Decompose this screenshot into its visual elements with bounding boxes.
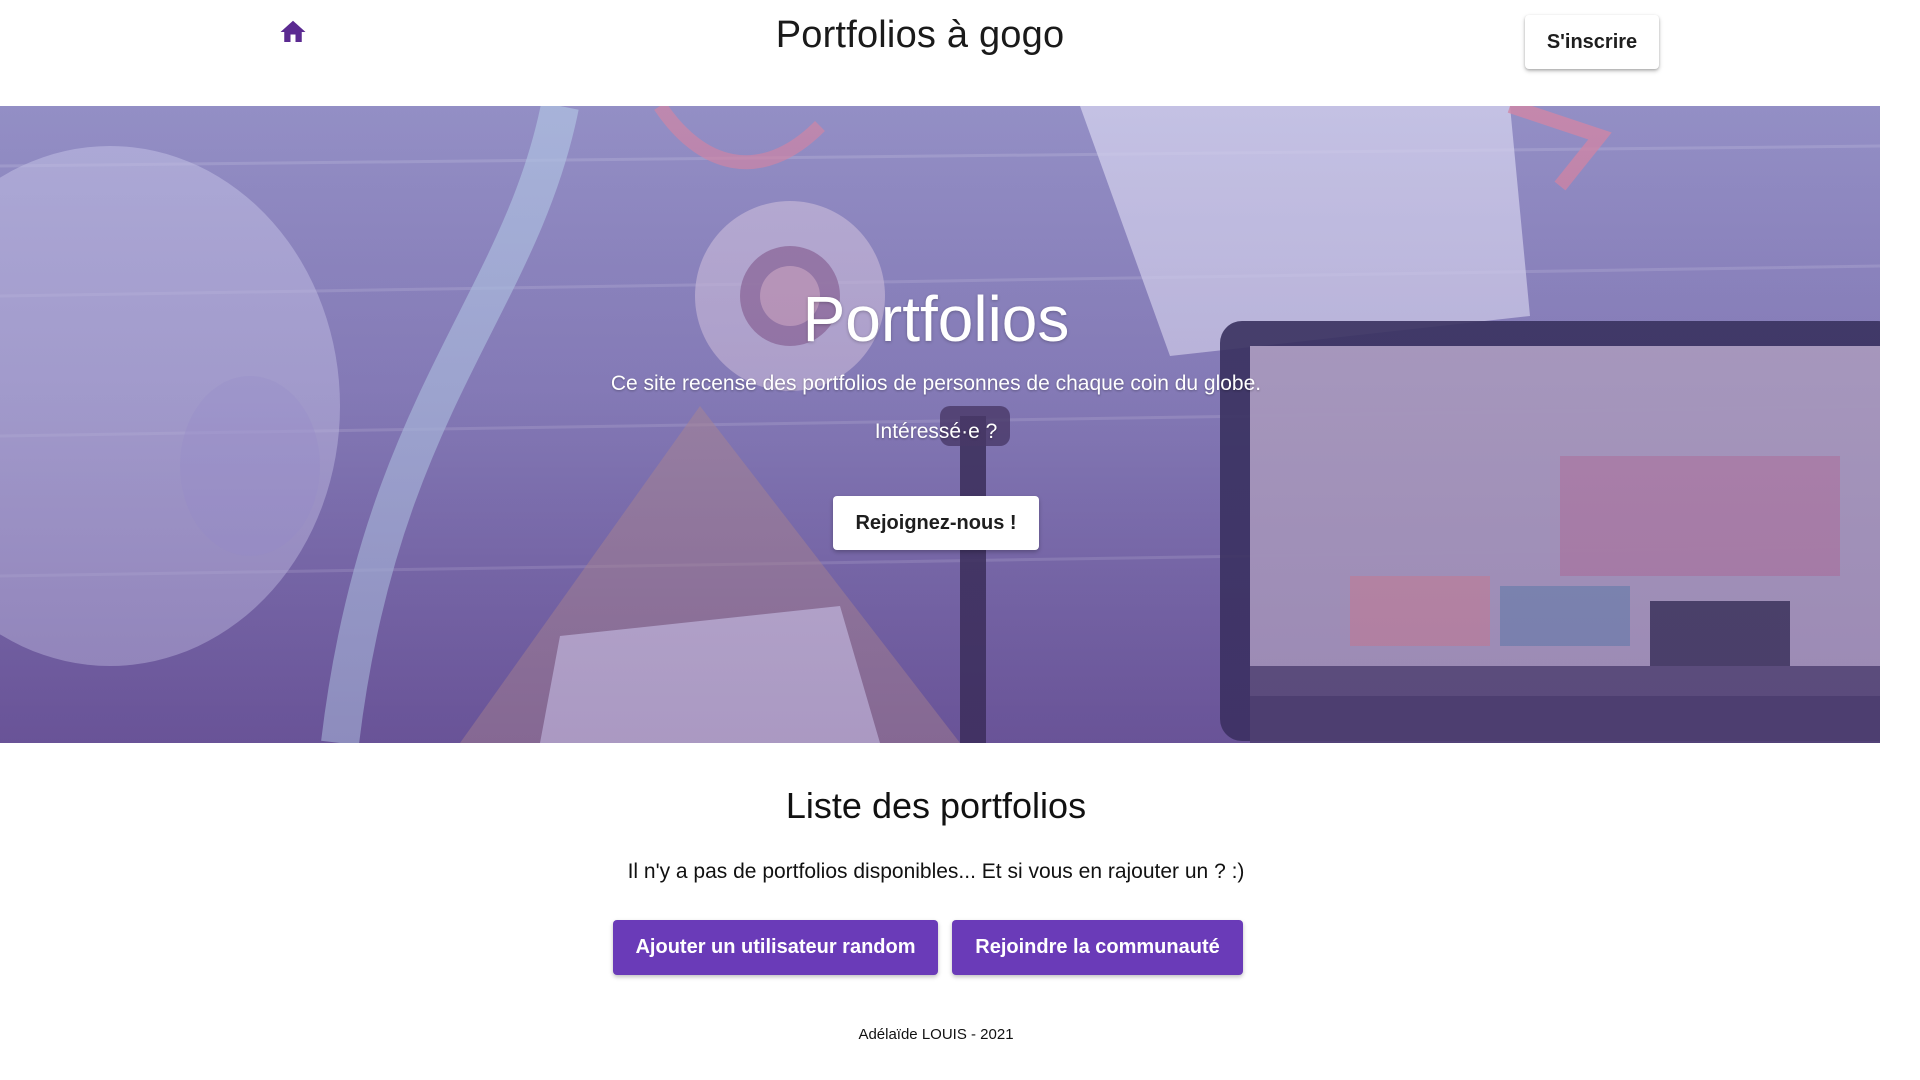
join-community-button[interactable]: Rejoindre la communauté (952, 920, 1243, 975)
portfolio-list-title: Liste des portfolios (785, 785, 1087, 826)
hero-title: Portfolios (802, 283, 1070, 355)
hero-question: Intéressé·e ? (874, 420, 998, 443)
signup-button[interactable]: S'inscrire (1525, 15, 1659, 69)
site-header: Portfolios à gogo S'inscrire (0, 0, 1920, 106)
add-random-user-button[interactable]: Ajouter un utilisateur random (613, 920, 938, 975)
empty-portfolios-message: Il n'y a pas de portfolios disponibles..… (627, 860, 1245, 883)
footer-credit: Adélaïde LOUIS - 2021 (858, 1026, 1014, 1043)
hero-banner: Portfolios Ce site recense des portfolio… (0, 106, 1880, 743)
join-us-button[interactable]: Rejoignez-nous ! (833, 496, 1039, 550)
hero-subtitle: Ce site recense des portfolios de person… (610, 372, 1262, 395)
